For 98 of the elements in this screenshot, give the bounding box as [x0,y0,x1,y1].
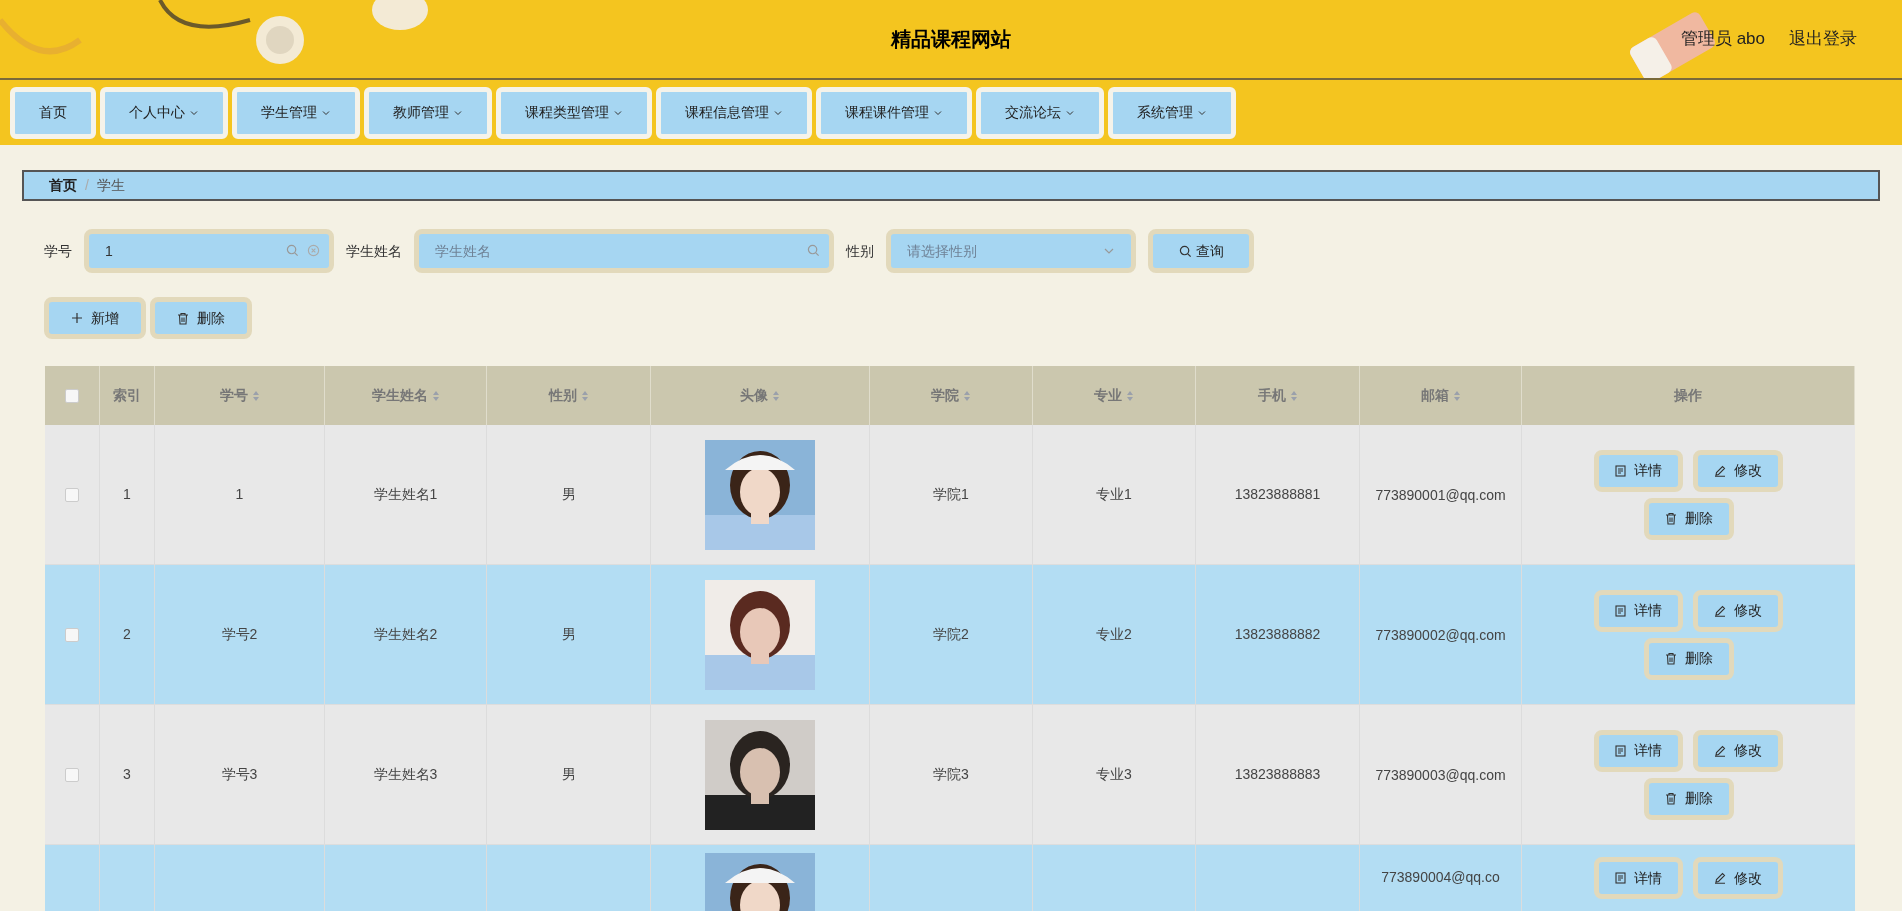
breadcrumb-link[interactable]: 首页 [49,175,77,196]
table-cell-text: 773890002@qq.com [1375,625,1506,645]
column-header: 专业 [1094,386,1122,405]
column-header: 邮箱 [1420,386,1449,405]
filter-label: 学生姓名 [346,241,402,261]
sort-icon[interactable] [1126,389,1134,402]
breadcrumb-separator: / [85,176,89,195]
row-action-button[interactable]: 修改 [1693,589,1783,632]
nav-menu-item[interactable]: 教师管理 [364,86,492,139]
sort-icon[interactable] [1452,389,1461,402]
document-icon [1615,604,1626,617]
row-checkbox[interactable] [65,627,79,642]
table-cell-text: 专业1 [1096,485,1132,504]
table-cell-text: 13823888882 [1234,625,1321,644]
filter-label: 学号 [44,241,72,261]
site-title: 精品课程网站 [891,27,1011,52]
nav-menu-item[interactable]: 课程信息管理 [656,86,812,139]
sort-icon[interactable] [580,389,589,402]
table-cell-text: 773890001@qq.com [1375,485,1506,505]
sort-icon[interactable] [251,389,260,402]
document-icon [1615,464,1626,477]
column-header: 手机 [1257,386,1286,405]
toolbar-button[interactable]: 删除 [150,297,252,339]
column-header: 学号 [219,386,248,405]
search-icon [807,244,820,257]
row-action-button[interactable]: 修改 [1693,729,1783,772]
trash-icon [177,311,189,325]
document-icon [1615,744,1626,757]
table-cell-text: 773890004@qq.co [1381,868,1500,887]
nav-menu-item[interactable]: 课程类型管理 [496,86,652,139]
table-cell-text: 13823888883 [1234,765,1321,784]
table-cell-text: 男 [561,765,576,784]
nav-menu-item[interactable]: 系统管理 [1108,86,1236,139]
sort-icon[interactable] [772,389,780,402]
table-cell-text: 3 [123,765,131,784]
trash-icon [1664,652,1677,665]
sort-icon[interactable] [431,389,440,402]
column-header: 索引 [113,386,141,405]
filter-label: 性别 [846,241,874,261]
pencil-icon [1714,744,1726,757]
table-cell-text: 1 [123,485,131,504]
select-all-checkbox[interactable] [65,388,79,403]
row-checkbox[interactable] [65,487,79,502]
row-action-button[interactable]: 详情 [1594,589,1683,632]
pencil-icon [1714,872,1726,884]
row-action-button[interactable]: 删除 [1643,777,1734,820]
table-cell-text: 学生姓名2 [373,625,438,644]
row-action-button[interactable]: 删除 [1643,637,1734,680]
table-cell-text: 专业3 [1096,765,1132,784]
search-button[interactable]: 查询 [1148,229,1254,273]
table-cell-text: 学生姓名1 [373,485,438,504]
clear-icon[interactable] [307,244,320,257]
row-action-button[interactable]: 修改 [1693,449,1783,492]
row-action-button[interactable]: 详情 [1594,729,1683,772]
search-icon [286,244,299,257]
row-action-button[interactable]: 修改 [1693,857,1783,899]
row-action-button[interactable]: 详情 [1594,449,1683,492]
table-cell-text: 男 [561,625,576,644]
sort-icon[interactable] [1289,389,1298,402]
table-cell-text: 1 [235,485,244,504]
current-page-label: 学生 [96,176,125,195]
table-cell-text: 13823888881 [1234,485,1321,504]
column-header: 学生姓名 [371,386,428,405]
text-field[interactable]: 学生姓名 [414,229,834,273]
table-cell-text: 男 [561,485,576,504]
table-cell-text: 学生姓名3 [373,765,438,784]
trash-icon [1664,512,1677,525]
nav-menu-item[interactable]: 个人中心 [100,86,228,139]
table-cell-text: 学院1 [933,485,969,504]
document-icon [1615,872,1626,884]
table-cell-text: 学号2 [221,625,258,644]
table-cell-text: 学号3 [221,765,258,784]
pencil-icon [1714,604,1726,617]
plus-icon [71,312,83,324]
nav-menu-item[interactable]: 交流论坛 [976,86,1104,139]
user-label: 管理员 abo [1680,28,1765,50]
toolbar-button[interactable]: 新增 [44,297,146,339]
nav-menu-item[interactable]: 课程课件管理 [816,86,972,139]
table-cell-text: 学院3 [933,765,969,784]
column-header: 操作 [1674,386,1702,405]
sort-icon[interactable] [963,389,971,402]
trash-icon [1664,792,1677,805]
nav-menu-item[interactable]: 学生管理 [232,86,360,139]
pencil-icon [1714,464,1726,477]
logout-link[interactable]: 退出登录 [1789,26,1857,52]
column-header: 性别 [548,386,577,405]
column-header: 头像 [740,386,768,405]
table-cell-text: 2 [123,625,131,644]
row-action-button[interactable]: 详情 [1594,857,1683,899]
table-cell-text: 学院2 [933,625,969,644]
text-field[interactable]: 1 [84,229,334,273]
column-header: 学院 [931,386,959,405]
search-icon [1178,244,1192,258]
row-action-button[interactable]: 删除 [1643,497,1734,540]
row-checkbox[interactable] [65,767,79,782]
nav-menu-item[interactable]: 首页 [10,86,96,139]
table-cell-text: 专业2 [1096,625,1132,644]
table-cell-text: 773890003@qq.com [1375,765,1506,785]
